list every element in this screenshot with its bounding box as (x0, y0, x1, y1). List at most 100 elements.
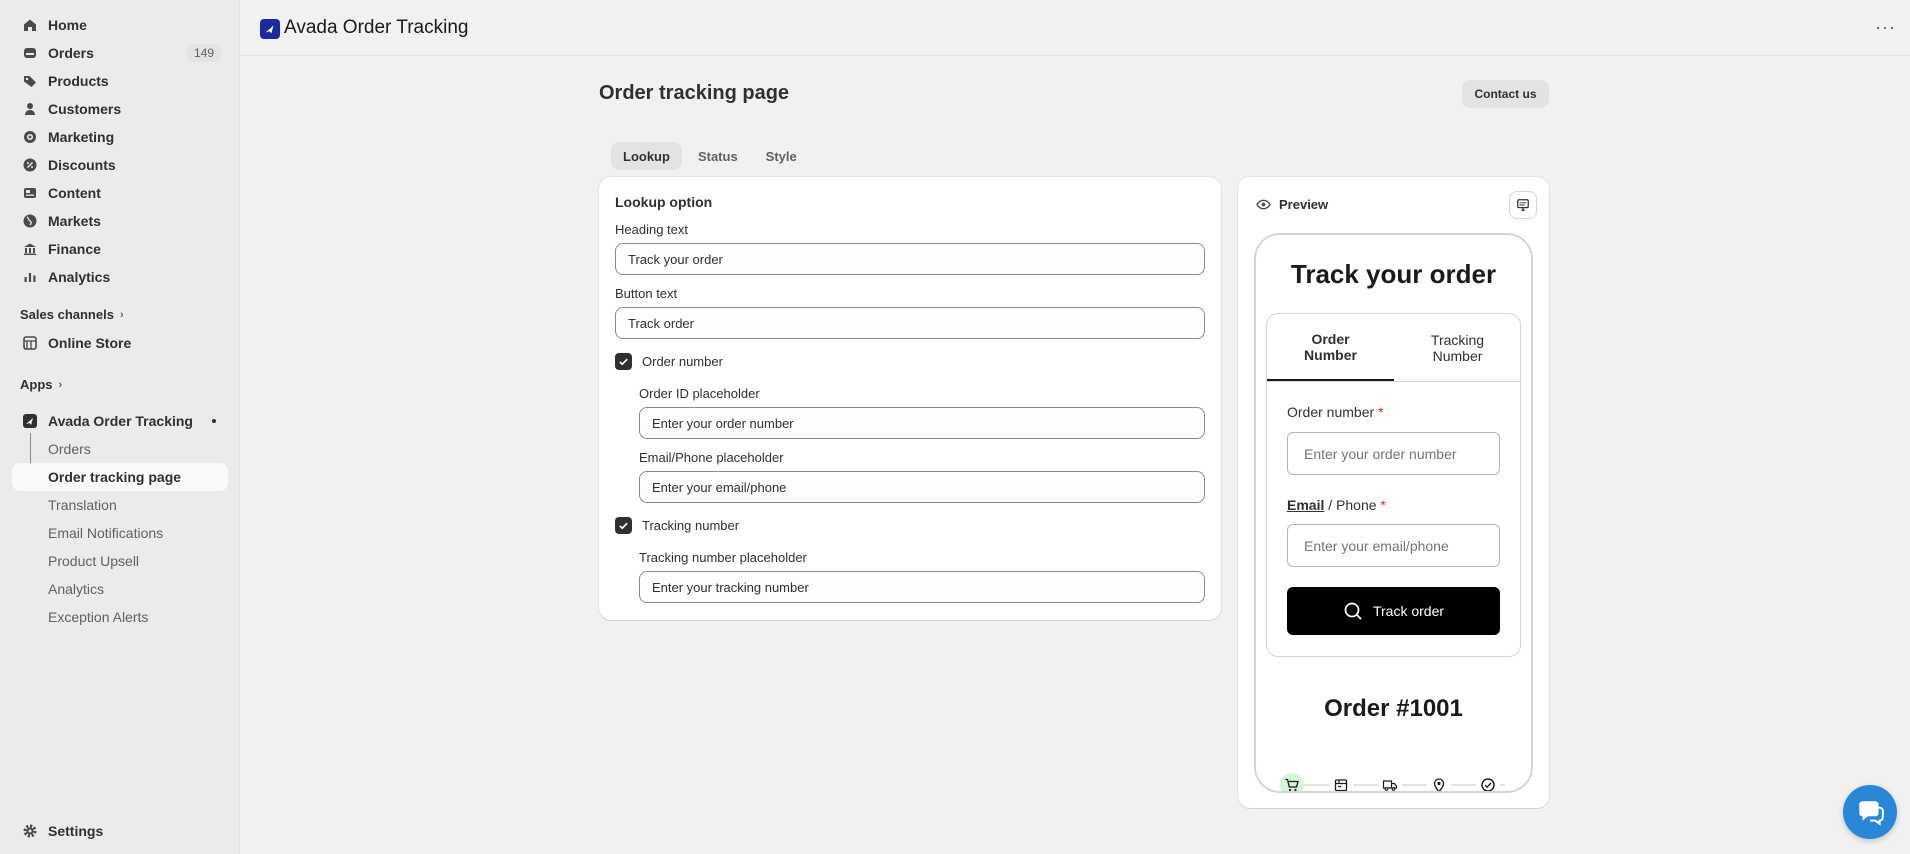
preview-card: Preview Track your order Order Number Tr… (1238, 177, 1549, 808)
sidebar-item-customers[interactable]: Customers (12, 95, 228, 123)
preview-order-input[interactable] (1287, 432, 1500, 475)
order-id-placeholder-label: Order ID placeholder (639, 386, 760, 401)
app-sub-analytics[interactable]: Analytics (12, 575, 228, 603)
required-mark: * (1378, 404, 1384, 420)
orders-count-badge: 149 (185, 44, 222, 62)
sidebar-item-label: Discounts (48, 157, 116, 173)
sidebar-item-label: Markets (48, 213, 101, 229)
globe-icon (12, 213, 48, 229)
button-text-label: Button text (615, 286, 678, 301)
preview-heading: Track your order (1290, 259, 1497, 289)
more-options-icon[interactable]: ··· (1875, 17, 1896, 38)
tab-status[interactable]: Status (686, 142, 750, 170)
preview-tab-order-number[interactable]: Order Number (1267, 314, 1394, 381)
tracking-number-placeholder-label: Tracking number placeholder (639, 550, 807, 565)
sidebar-item-marketing[interactable]: Marketing (12, 123, 228, 151)
tab-style[interactable]: Style (754, 142, 809, 170)
content-icon (12, 185, 48, 201)
sidebar-item-finance[interactable]: Finance (12, 235, 228, 263)
sidebar-item-label: Orders (48, 45, 94, 61)
preview-track-order-button[interactable]: Track order (1287, 587, 1500, 635)
chevron-right-icon: › (119, 308, 124, 321)
cart-icon (1280, 773, 1304, 791)
button-text-input[interactable] (615, 307, 1205, 339)
order-number-checkbox-row[interactable]: Order number (615, 353, 723, 370)
sidebar-item-content[interactable]: Content (12, 179, 228, 207)
sidebar-item-label: Settings (48, 823, 104, 839)
search-icon (1344, 602, 1362, 620)
sidebar-item-discounts[interactable]: Discounts (12, 151, 228, 179)
sidebar-item-label: Content (48, 185, 101, 201)
apps-header[interactable]: Apps › (20, 377, 62, 392)
heading-text-input[interactable] (615, 243, 1205, 275)
preview-order-label: Order number * (1287, 404, 1384, 420)
gear-icon (12, 823, 48, 839)
app-menu-dot[interactable] (212, 419, 216, 423)
sidebar-item-label: Home (48, 17, 87, 33)
sidebar-item-avada-app[interactable]: Avada Order Tracking (12, 407, 228, 435)
sidebar-item-label: Avada Order Tracking (48, 413, 193, 429)
bank-icon (12, 241, 48, 257)
app-sub-product-upsell[interactable]: Product Upsell (12, 547, 228, 575)
order-number-check-label: Order number (642, 354, 723, 369)
sidebar-item-label: Customers (48, 101, 122, 117)
preview-order-label-text: Order number (1287, 404, 1375, 420)
truck-icon (1378, 773, 1402, 791)
sidebar-item-label: Finance (48, 241, 101, 257)
app-sub-translation[interactable]: Translation (12, 491, 228, 519)
preview-email-word: Email (1287, 497, 1325, 513)
app-sub-order-tracking-page[interactable]: Order tracking page (12, 463, 228, 491)
sidebar-item-label: Online Store (48, 335, 132, 351)
contact-us-button[interactable]: Contact us (1462, 80, 1549, 108)
app-sub-orders[interactable]: Orders (12, 435, 228, 463)
chat-support-button[interactable] (1843, 785, 1897, 839)
card-heading: Lookup option (615, 194, 713, 210)
heading-text-label: Heading text (615, 222, 688, 237)
page-title: Order tracking page (599, 82, 790, 104)
tracking-number-checkbox[interactable] (615, 517, 632, 534)
preview-track-order-label: Track order (1372, 603, 1445, 619)
preview-progress-steps (1280, 773, 1515, 791)
app-sub-email-notifications[interactable]: Email Notifications (12, 519, 228, 547)
sales-channels-header[interactable]: Sales channels › (20, 307, 124, 322)
package-icon (1329, 773, 1353, 791)
eye-icon (1256, 199, 1271, 210)
sidebar-item-label: Marketing (48, 129, 115, 145)
sidebar-item-products[interactable]: Products (12, 67, 228, 95)
preview-order-title: Order #1001 (1324, 695, 1463, 722)
sidebar-item-orders[interactable]: Orders 149 (12, 39, 228, 67)
sidebar-item-analytics[interactable]: Analytics (12, 263, 228, 291)
email-phone-placeholder-input[interactable] (639, 471, 1205, 503)
chat-bubble-icon (1859, 801, 1884, 826)
preview-lookup-box: Order Number Tracking Number Order numbe… (1266, 313, 1521, 657)
order-id-placeholder-input[interactable] (639, 407, 1205, 439)
sales-channels-label: Sales channels (20, 307, 114, 322)
preview-phone-word: / Phone (1328, 497, 1377, 513)
check-icon (619, 358, 628, 366)
sidebar-item-markets[interactable]: Markets (12, 207, 228, 235)
tag-icon (12, 73, 48, 89)
sidebar-item-home[interactable]: Home (12, 11, 228, 39)
tracking-number-placeholder-input[interactable] (639, 571, 1205, 603)
tracking-number-check-label: Tracking number (642, 518, 740, 533)
tracking-number-checkbox-row[interactable]: Tracking number (615, 517, 739, 534)
sidebar-item-online-store[interactable]: Online Store (12, 329, 228, 357)
preview-tab-tracking-number[interactable]: Tracking Number (1394, 314, 1521, 381)
store-icon (12, 335, 48, 351)
preview-tab-order-label: Order Number (1304, 330, 1357, 363)
device-toggle-button[interactable] (1509, 191, 1537, 219)
discount-icon (12, 157, 48, 173)
sidebar-item-label: Analytics (48, 269, 111, 285)
app-sub-exception-alerts[interactable]: Exception Alerts (12, 603, 228, 631)
tab-lookup[interactable]: Lookup (611, 142, 682, 170)
desktop-icon (1517, 199, 1529, 211)
apps-label: Apps (20, 377, 53, 392)
preview-tab-divider (1267, 381, 1520, 382)
preview-email-input[interactable] (1287, 524, 1500, 567)
email-phone-placeholder-label: Email/Phone placeholder (639, 450, 784, 465)
app-title: Avada Order Tracking (284, 17, 469, 38)
sidebar-item-label: Products (48, 73, 109, 89)
sidebar-item-settings[interactable]: Settings (12, 817, 228, 845)
order-number-checkbox[interactable] (615, 353, 632, 370)
check-icon (619, 522, 628, 530)
